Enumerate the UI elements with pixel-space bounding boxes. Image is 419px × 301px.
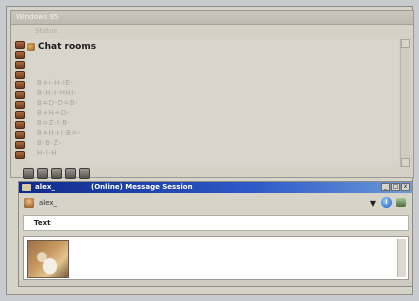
list-item[interactable]: B+i-H-IE- xyxy=(37,79,117,88)
menu-item-status[interactable]: Status xyxy=(35,27,57,35)
contact-icon[interactable] xyxy=(15,141,25,149)
text-tab-label: Text xyxy=(34,219,51,227)
toolbar-contact-name: alex_ xyxy=(39,199,58,207)
title-contact-name: alex_ xyxy=(35,183,55,191)
contact-icon[interactable] xyxy=(15,51,25,59)
settings-icon[interactable] xyxy=(79,167,90,179)
contact-icon[interactable] xyxy=(15,111,25,119)
contact-icon[interactable] xyxy=(15,71,25,79)
add-contact-icon[interactable] xyxy=(23,167,34,179)
games-icon[interactable] xyxy=(65,167,76,179)
message-input-area[interactable] xyxy=(23,236,409,280)
contact-icon[interactable] xyxy=(15,81,25,89)
mail-icon[interactable] xyxy=(51,167,62,179)
contact-icon[interactable] xyxy=(15,91,25,99)
chat-room-icon xyxy=(27,43,35,51)
contact-list: B+i-H-IE- B-H-I-HHI- B=D-D=B- B+H+D- B=Z… xyxy=(37,79,117,158)
contact-photo xyxy=(27,240,69,278)
chat-rooms-group[interactable]: Chat rooms xyxy=(27,41,96,53)
contact-list-scrollbar[interactable] xyxy=(400,39,410,167)
buddy-icon xyxy=(24,198,34,208)
chat-rooms-title: Windows 95 xyxy=(16,13,59,21)
status-bar xyxy=(19,280,412,286)
contact-icon[interactable] xyxy=(15,101,25,109)
contact-icon[interactable] xyxy=(15,131,25,139)
toolbar-extra-icon[interactable] xyxy=(396,198,406,207)
window-app-icon xyxy=(22,184,31,191)
text-tab-row[interactable]: Text xyxy=(23,215,409,231)
info-icon[interactable]: i xyxy=(381,197,392,208)
contact-icon[interactable] xyxy=(15,121,25,129)
list-item[interactable]: B-B-Z- xyxy=(37,139,117,148)
contact-toolbar xyxy=(23,167,90,179)
list-item[interactable]: B-H-I-HHI- xyxy=(37,89,117,98)
chat-rooms-title-bar[interactable]: Windows 95 xyxy=(11,11,413,25)
search-icon[interactable] xyxy=(37,167,48,179)
contact-icon[interactable] xyxy=(15,41,25,49)
contact-icon[interactable] xyxy=(15,151,25,159)
message-scrollbar[interactable] xyxy=(397,239,406,277)
list-item[interactable]: B=D-D=B- xyxy=(37,99,117,108)
contact-list-panel: Chat rooms B+i-H-IE- B-H-I-HHI- B=D-D=B-… xyxy=(27,39,399,165)
maximize-button[interactable]: □ xyxy=(391,183,400,191)
close-button[interactable]: x xyxy=(401,183,410,191)
message-toolbar: alex_ ▼ i xyxy=(19,194,412,212)
list-item[interactable]: B=Z-I-B- xyxy=(37,119,117,128)
scroll-down-icon[interactable] xyxy=(401,158,410,167)
message-session-window: alex_ (Online) Message Session _ □ x ale… xyxy=(18,181,413,287)
quick-launch-strip xyxy=(15,41,25,159)
list-item[interactable]: B+H+D- xyxy=(37,109,117,118)
contact-icon[interactable] xyxy=(15,61,25,69)
chevron-down-icon[interactable]: ▼ xyxy=(370,199,376,208)
scroll-up-icon[interactable] xyxy=(401,39,410,48)
list-item[interactable]: B+H+I-B=- xyxy=(37,129,117,138)
window-controls: _ □ x xyxy=(381,183,410,191)
title-session-status: (Online) Message Session xyxy=(91,183,193,191)
chat-rooms-window: Windows 95 Status Chat rooms B+i-H-IE- B… xyxy=(10,10,414,179)
minimize-button[interactable]: _ xyxy=(381,183,390,191)
message-title-bar[interactable]: alex_ (Online) Message Session _ □ x xyxy=(19,182,412,193)
chat-rooms-label: Chat rooms xyxy=(38,42,97,52)
menu-bar: Status xyxy=(11,25,413,37)
list-item[interactable]: H-I-H xyxy=(37,149,117,158)
